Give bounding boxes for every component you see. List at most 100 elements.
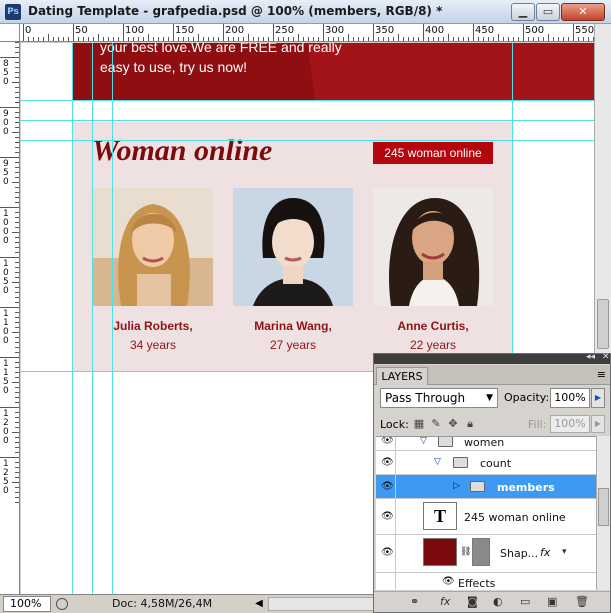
ruler-minor-tick <box>388 37 389 41</box>
trash-icon[interactable]: 🗑︎ <box>575 595 589 608</box>
horizontal-scrollbar[interactable] <box>268 597 374 611</box>
close-panel-icon[interactable]: ✕ <box>602 352 610 362</box>
layer-row[interactable]: 👁︎ ⛓︎ Shap... fx ▾ <box>376 535 596 573</box>
link-icon[interactable]: ⚭ <box>410 595 419 608</box>
effects-eye-icon[interactable]: 👁︎ <box>442 576 455 587</box>
horizontal-guide[interactable] <box>21 100 594 101</box>
zoom-level-field[interactable]: 100% <box>3 596 51 612</box>
chain-link-icon[interactable]: ⛓︎ <box>460 547 471 557</box>
folder-icon <box>453 457 468 468</box>
layer-row[interactable]: 👁︎ T 245 woman online <box>376 499 596 535</box>
ruler-minor-tick <box>383 37 384 41</box>
visibility-eye-icon[interactable]: 👁︎ <box>378 475 396 498</box>
layer-list-scroll-thumb[interactable] <box>598 488 609 526</box>
ruler-minor-tick <box>178 37 179 41</box>
ruler-minor-tick <box>15 127 19 128</box>
member-photo <box>93 188 213 306</box>
mask-icon[interactable]: ◙ <box>467 595 478 608</box>
visibility-eye-icon[interactable]: 👁︎ <box>378 437 396 450</box>
maximize-button[interactable]: ▭ <box>536 3 560 21</box>
ruler-major-tick <box>423 24 424 41</box>
horizontal-ruler[interactable]: 0 50 100 150 200 250 300 350 400 450 500 550 <box>20 24 594 42</box>
fill-label: Fill: <box>528 418 547 431</box>
ruler-minor-tick <box>108 37 109 41</box>
fill-slider-arrow-icon[interactable]: ▶ <box>591 415 605 433</box>
ruler-minor-tick <box>363 37 364 41</box>
ruler-minor-tick <box>478 37 479 41</box>
expand-effects-triangle-icon[interactable]: ▾ <box>562 547 567 557</box>
scroll-left-arrow-icon[interactable]: ◀ <box>252 596 266 612</box>
layer-list[interactable]: 👁︎ ▽ women 👁︎ ▽ count 👁︎ ▷ members 👁︎ T … <box>376 436 596 590</box>
lock-position-icon[interactable]: ✥ <box>447 418 459 430</box>
visibility-eye-icon[interactable]: 👁︎ <box>378 535 396 572</box>
panel-header-strip[interactable]: ◂◂ ✕ <box>374 352 610 364</box>
group-icon[interactable]: ▭ <box>520 595 530 608</box>
ruler-minor-tick <box>138 37 139 41</box>
collapse-triangle-icon[interactable]: ▷ <box>453 481 460 491</box>
opacity-slider-arrow-icon[interactable]: ▶ <box>591 388 605 408</box>
layer-name: women <box>464 436 505 449</box>
layer-row[interactable]: 👁︎ ▽ women <box>376 436 596 451</box>
lock-all-icon[interactable]: 🔒︎ <box>464 418 476 430</box>
ruler-minor-tick <box>15 312 19 313</box>
minimize-button[interactable]: ▁ <box>511 3 535 21</box>
ruler-minor-tick <box>238 37 239 41</box>
ruler-minor-tick <box>15 472 19 473</box>
ruler-label: 950 <box>3 159 9 187</box>
horizontal-guide[interactable] <box>21 140 594 141</box>
ruler-major-tick <box>0 307 19 308</box>
ruler-minor-tick <box>15 492 19 493</box>
status-info-icon[interactable] <box>56 598 68 610</box>
ruler-minor-tick <box>12 82 19 83</box>
visibility-eye-icon[interactable] <box>378 573 396 590</box>
ruler-minor-tick <box>463 37 464 41</box>
ruler-minor-tick <box>193 37 194 41</box>
collapse-panel-icon[interactable]: ◂◂ <box>586 352 595 362</box>
ruler-major-tick <box>0 257 19 258</box>
ruler-minor-tick <box>15 317 19 318</box>
vertical-guide[interactable] <box>72 43 73 594</box>
ruler-minor-tick <box>113 37 114 41</box>
ruler-label: 500 <box>525 25 545 36</box>
tab-layers[interactable]: LAYERS <box>376 367 428 385</box>
ruler-minor-tick <box>88 37 89 41</box>
fx-icon[interactable]: fx <box>440 595 450 608</box>
blend-mode-select[interactable]: Pass Through ▼ <box>380 388 498 408</box>
horizontal-guide[interactable] <box>21 120 594 121</box>
ruler-minor-tick <box>183 37 184 41</box>
vertical-scrollbar[interactable] <box>594 24 611 353</box>
adjustment-icon[interactable]: ◐ <box>493 595 503 608</box>
panel-menu-icon[interactable]: ≡ <box>597 368 606 381</box>
lock-transparency-icon[interactable]: ▦ <box>413 418 425 430</box>
layer-effects-row[interactable]: 👁︎ Effects <box>376 573 596 590</box>
expand-triangle-icon[interactable]: ▽ <box>434 457 441 467</box>
vertical-scroll-thumb[interactable] <box>597 299 609 349</box>
ruler-minor-tick <box>508 37 509 41</box>
vertical-guide[interactable] <box>92 43 93 594</box>
ruler-minor-tick <box>15 52 19 53</box>
visibility-eye-icon[interactable]: 👁︎ <box>378 499 396 534</box>
opacity-field[interactable]: 100% <box>550 388 590 408</box>
fx-badge-icon[interactable]: fx <box>540 546 550 559</box>
layer-row-selected[interactable]: 👁︎ ▷ members <box>376 475 596 499</box>
ruler-origin[interactable] <box>0 24 20 42</box>
ruler-minor-tick <box>15 377 19 378</box>
fill-field[interactable]: 100% <box>550 415 590 433</box>
layer-row[interactable]: 👁︎ ▽ count <box>376 451 596 475</box>
expand-triangle-icon[interactable]: ▽ <box>420 437 427 446</box>
online-count-badge: 245 woman online <box>373 142 493 164</box>
lock-pixels-icon[interactable]: ✎ <box>430 418 442 430</box>
ruler-minor-tick <box>48 34 49 41</box>
ruler-minor-tick <box>15 462 19 463</box>
new-layer-icon[interactable]: ▣ <box>547 595 557 608</box>
ruler-minor-tick <box>343 37 344 41</box>
ruler-major-tick <box>523 24 524 41</box>
vertical-ruler[interactable]: 0850900950100010501100115012001250 <box>0 42 20 594</box>
visibility-eye-icon[interactable]: 👁︎ <box>378 451 396 474</box>
ruler-minor-tick <box>228 37 229 41</box>
member-photo <box>233 188 353 306</box>
layer-list-scrollbar[interactable] <box>596 436 610 590</box>
close-button[interactable]: ✕ <box>561 3 605 21</box>
vertical-guide[interactable] <box>112 43 113 594</box>
ruler-minor-tick <box>213 37 214 41</box>
